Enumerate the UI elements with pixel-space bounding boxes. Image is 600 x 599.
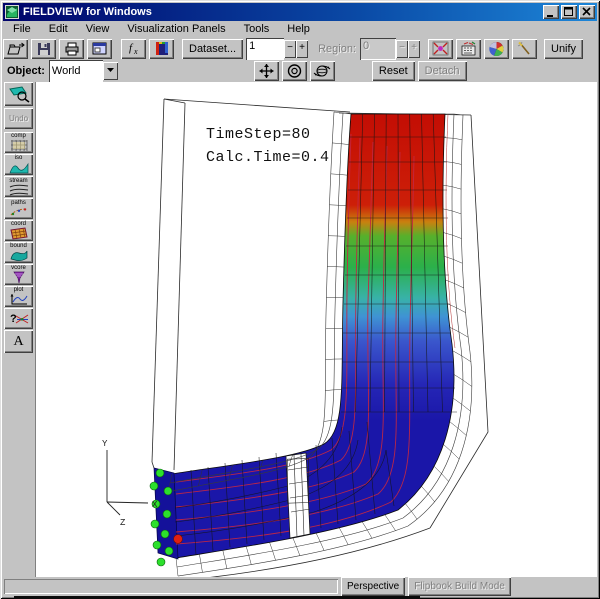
application-window: FIELDVIEW for Windows File Edit View Vis… bbox=[0, 0, 600, 599]
menu-bar: File Edit View Visualization Panels Tool… bbox=[4, 22, 596, 37]
open-folder-icon bbox=[7, 42, 25, 56]
axis-y-label: Y bbox=[102, 439, 108, 449]
rotate-mode-button[interactable] bbox=[282, 61, 307, 81]
region-number-input: 0 bbox=[360, 38, 396, 60]
panel-layout-button[interactable] bbox=[87, 39, 112, 59]
sidebar-stream-button[interactable]: stream bbox=[4, 176, 33, 197]
menu-view[interactable]: View bbox=[77, 22, 119, 37]
window-panel-icon bbox=[92, 42, 107, 55]
graphics-viewport[interactable]: Y X Z TimeStep=80 Calc.Time=0.4 bbox=[36, 82, 597, 577]
rotate-ring-icon bbox=[286, 63, 303, 79]
main-toolbar: fx Dataset... 1 − + Region: 0 − + Unify bbox=[3, 37, 597, 60]
colormap-button[interactable] bbox=[149, 39, 174, 59]
menu-help[interactable]: Help bbox=[278, 22, 319, 37]
timestep-annotation: TimeStep=80 bbox=[206, 126, 311, 143]
function-button[interactable]: fx bbox=[121, 39, 146, 59]
status-message-field bbox=[4, 579, 338, 594]
boundary-surface-icon bbox=[9, 249, 29, 262]
perspective-button[interactable]: Perspective bbox=[341, 577, 405, 596]
pan-arrows-icon bbox=[258, 63, 275, 79]
window-title: FIELDVIEW for Windows bbox=[23, 6, 152, 18]
calculator-button[interactable] bbox=[456, 39, 481, 59]
sidebar-vcore-button[interactable]: vcore bbox=[4, 264, 33, 285]
fx-icon: fx bbox=[126, 41, 142, 56]
center-arrows-icon bbox=[432, 41, 449, 56]
annotation-label: A bbox=[13, 334, 23, 350]
floppy-icon bbox=[37, 42, 51, 56]
sidebar-undo-button: Undo bbox=[4, 108, 33, 129]
calctime-annotation: Calc.Time=0.4 bbox=[206, 149, 330, 166]
picking-button[interactable] bbox=[512, 39, 537, 59]
status-bar: Perspective Flipbook Build Mode bbox=[3, 577, 597, 596]
detach-button: Detach bbox=[418, 61, 467, 81]
color-sphere-icon bbox=[488, 41, 505, 57]
app-logo-icon bbox=[5, 5, 19, 19]
sidebar-paths-button[interactable]: paths bbox=[4, 198, 33, 219]
dataset-decrement-button[interactable]: − bbox=[284, 40, 296, 58]
globe-spin-icon bbox=[313, 63, 331, 79]
wand-icon bbox=[517, 41, 533, 56]
seed-particle-red bbox=[174, 535, 183, 544]
vortex-core-icon bbox=[10, 271, 28, 284]
reset-button[interactable]: Reset bbox=[372, 61, 415, 81]
comp-grid-icon bbox=[9, 139, 29, 152]
sidebar-probe-button[interactable]: ? bbox=[4, 308, 33, 329]
svg-text:?: ? bbox=[10, 313, 17, 325]
maximize-button[interactable] bbox=[561, 5, 577, 19]
undo-label: Undo bbox=[9, 114, 28, 123]
sidebar-comp-button[interactable]: comp bbox=[4, 132, 33, 153]
probe-icon: ? bbox=[9, 311, 29, 326]
object-select[interactable]: World bbox=[49, 60, 103, 82]
menu-visualization-panels[interactable]: Visualization Panels bbox=[118, 22, 234, 37]
translate-mode-button[interactable] bbox=[254, 61, 279, 81]
particle-paths-icon bbox=[9, 206, 29, 218]
printer-icon bbox=[64, 42, 80, 56]
dataset-increment-button[interactable]: + bbox=[296, 40, 308, 58]
sidebar-plot-button[interactable]: plot bbox=[4, 286, 33, 307]
surface-zoom-icon bbox=[8, 85, 30, 103]
tool-sidebar: Undo comp iso stream paths coord bound v… bbox=[2, 82, 36, 577]
menu-tools[interactable]: Tools bbox=[235, 22, 279, 37]
colormap-icon bbox=[154, 41, 170, 56]
rendering-button[interactable] bbox=[484, 39, 509, 59]
close-button[interactable] bbox=[579, 5, 595, 19]
plot-icon bbox=[10, 293, 28, 306]
sidebar-coord-button[interactable]: coord bbox=[4, 220, 33, 241]
calculator-icon bbox=[460, 41, 477, 56]
dataset-number-input[interactable]: 1 bbox=[246, 38, 284, 60]
object-toolbar: Object: World Reset Detach bbox=[3, 60, 597, 82]
flipbook-build-mode-button: Flipbook Build Mode bbox=[408, 577, 511, 596]
streamlines-icon bbox=[9, 184, 29, 196]
object-select-arrow[interactable] bbox=[103, 62, 118, 80]
svg-text:x: x bbox=[133, 47, 138, 56]
dataset-button[interactable]: Dataset... bbox=[182, 39, 243, 59]
save-button[interactable] bbox=[31, 39, 56, 59]
print-button[interactable] bbox=[59, 39, 84, 59]
region-decrement-button: − bbox=[396, 40, 408, 58]
axis-z-label: Z bbox=[120, 518, 126, 528]
menu-file[interactable]: File bbox=[4, 22, 40, 37]
sidebar-surface-zoom-button[interactable] bbox=[4, 82, 33, 106]
region-label: Region: bbox=[314, 43, 360, 55]
sidebar-annotation-button[interactable]: A bbox=[4, 330, 33, 353]
sidebar-bound-button[interactable]: bound bbox=[4, 242, 33, 263]
open-button[interactable] bbox=[3, 39, 28, 59]
minimize-button[interactable] bbox=[543, 5, 559, 19]
axis-x-label: X bbox=[152, 500, 158, 510]
menu-edit[interactable]: Edit bbox=[40, 22, 77, 37]
spin-mode-button[interactable] bbox=[310, 61, 335, 81]
iso-surface-icon bbox=[9, 161, 29, 174]
object-label: Object: bbox=[3, 65, 49, 77]
region-increment-button: + bbox=[408, 40, 420, 58]
fit-view-button[interactable] bbox=[428, 39, 453, 59]
title-bar[interactable]: FIELDVIEW for Windows bbox=[3, 3, 597, 21]
unify-button[interactable]: Unify bbox=[544, 39, 583, 59]
coord-surface-icon bbox=[9, 227, 29, 240]
sidebar-iso-button[interactable]: iso bbox=[4, 154, 33, 175]
